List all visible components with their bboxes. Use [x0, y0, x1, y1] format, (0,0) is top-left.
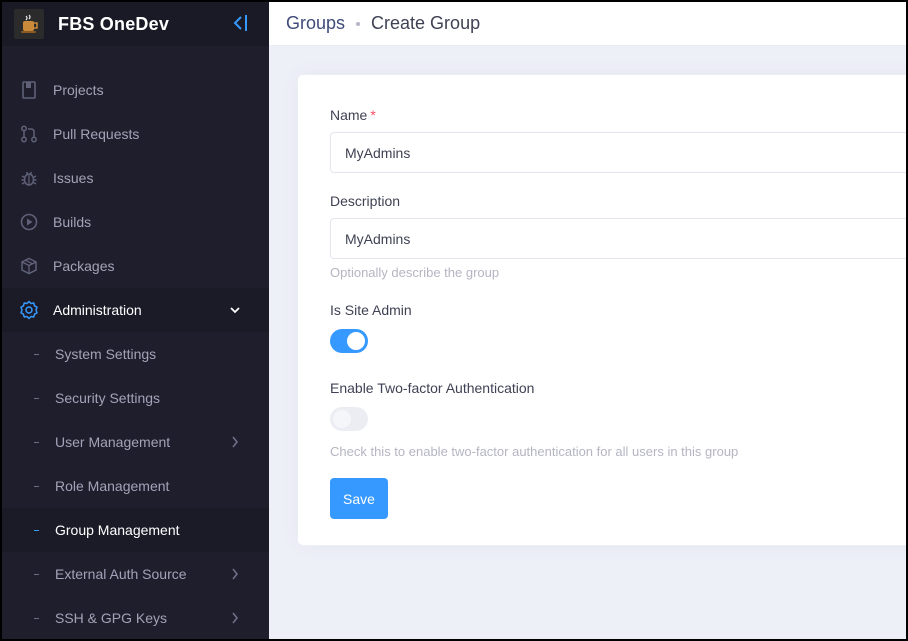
sidebar-subitem-label: System Settings: [55, 346, 157, 362]
gear-icon: [19, 300, 39, 320]
bullet-dash: [34, 353, 39, 355]
two-factor-help-text: Check this to enable two-factor authenti…: [330, 444, 739, 459]
sidebar-menu: Projects Pull Requests Issues Builds Pac…: [2, 68, 269, 639]
collapse-sidebar-icon[interactable]: [230, 12, 250, 34]
bullet-dash: [34, 441, 39, 443]
name-field[interactable]: [330, 132, 906, 173]
sidebar-subitem-label: Group Management: [55, 522, 180, 538]
app-window: FBS OneDev Projects Pull Requests Issues…: [2, 2, 906, 639]
sidebar-subitem-user-management[interactable]: User Management: [2, 420, 269, 464]
sidebar-subitem-external-auth-source[interactable]: External Auth Source: [2, 552, 269, 596]
breadcrumb: Groups Create Group: [269, 2, 906, 46]
save-button[interactable]: Save: [330, 478, 388, 519]
description-help-text: Optionally describe the group: [330, 265, 500, 280]
bullet-dash: [34, 573, 39, 575]
sidebar-subitem-system-settings[interactable]: System Settings: [2, 332, 269, 376]
sidebar-subitem-label: Role Management: [55, 478, 170, 494]
play-circle-icon: [19, 212, 39, 232]
sidebar-item-administration[interactable]: Administration: [2, 288, 269, 332]
bullet-dash: [34, 397, 39, 399]
sidebar-item-label: Issues: [53, 170, 94, 186]
sidebar-item-label: Administration: [53, 302, 142, 318]
chevron-right-icon: [229, 434, 241, 450]
bullet-dash: [34, 485, 39, 487]
brand: FBS OneDev: [2, 2, 269, 46]
sidebar-item-label: Projects: [53, 82, 104, 98]
sidebar-subitem-ssh-gpg-keys[interactable]: SSH & GPG Keys: [2, 596, 269, 639]
name-label-text: Name: [330, 107, 368, 123]
sidebar-item-label: Builds: [53, 214, 92, 230]
site-admin-toggle[interactable]: [330, 329, 368, 353]
sidebar-item-pull-requests[interactable]: Pull Requests: [2, 112, 269, 156]
site-admin-label: Is Site Admin: [330, 302, 412, 318]
description-field[interactable]: [330, 218, 906, 259]
app-title: FBS OneDev: [58, 13, 170, 34]
sidebar-subitem-role-management[interactable]: Role Management: [2, 464, 269, 508]
sidebar-subitem-label: SSH & GPG Keys: [55, 610, 168, 626]
sidebar-subitem-security-settings[interactable]: Security Settings: [2, 376, 269, 420]
sidebar-item-builds[interactable]: Builds: [2, 200, 269, 244]
sidebar-item-label: Packages: [53, 258, 115, 274]
sidebar-subitem-label: External Auth Source: [55, 566, 187, 582]
bullet-dash: [34, 617, 39, 619]
sidebar-item-label: Pull Requests: [53, 126, 140, 142]
breadcrumb-groups-link[interactable]: Groups: [286, 13, 345, 34]
book-icon: [19, 80, 39, 100]
description-label: Description: [330, 193, 401, 209]
create-group-form: Name* Description Optionally describe th…: [297, 74, 906, 546]
toggle-knob: [333, 410, 351, 428]
page-title: Create Group: [371, 13, 481, 33]
sidebar-subitem-label: Security Settings: [55, 390, 161, 406]
breadcrumb-separator: [356, 21, 361, 26]
bug-icon: [19, 168, 39, 188]
app-logo: [14, 9, 44, 39]
chevron-right-icon: [229, 566, 241, 582]
chevron-down-icon: [229, 302, 241, 318]
name-label: Name *: [330, 107, 376, 123]
two-factor-label: Enable Two-factor Authentication: [330, 380, 535, 396]
pull-request-icon: [19, 124, 39, 144]
chevron-right-icon: [229, 610, 241, 626]
sidebar-subitem-label: User Management: [55, 434, 171, 450]
sidebar-item-packages[interactable]: Packages: [2, 244, 269, 288]
sidebar: FBS OneDev Projects Pull Requests Issues…: [2, 2, 269, 639]
two-factor-toggle[interactable]: [330, 407, 368, 431]
sidebar-subitem-group-management[interactable]: Group Management: [2, 508, 269, 552]
sidebar-item-projects[interactable]: Projects: [2, 68, 269, 112]
package-icon: [19, 256, 39, 276]
sidebar-item-issues[interactable]: Issues: [2, 156, 269, 200]
toggle-knob: [347, 332, 365, 350]
required-marker: *: [370, 107, 376, 123]
bullet-dash: [34, 529, 39, 531]
